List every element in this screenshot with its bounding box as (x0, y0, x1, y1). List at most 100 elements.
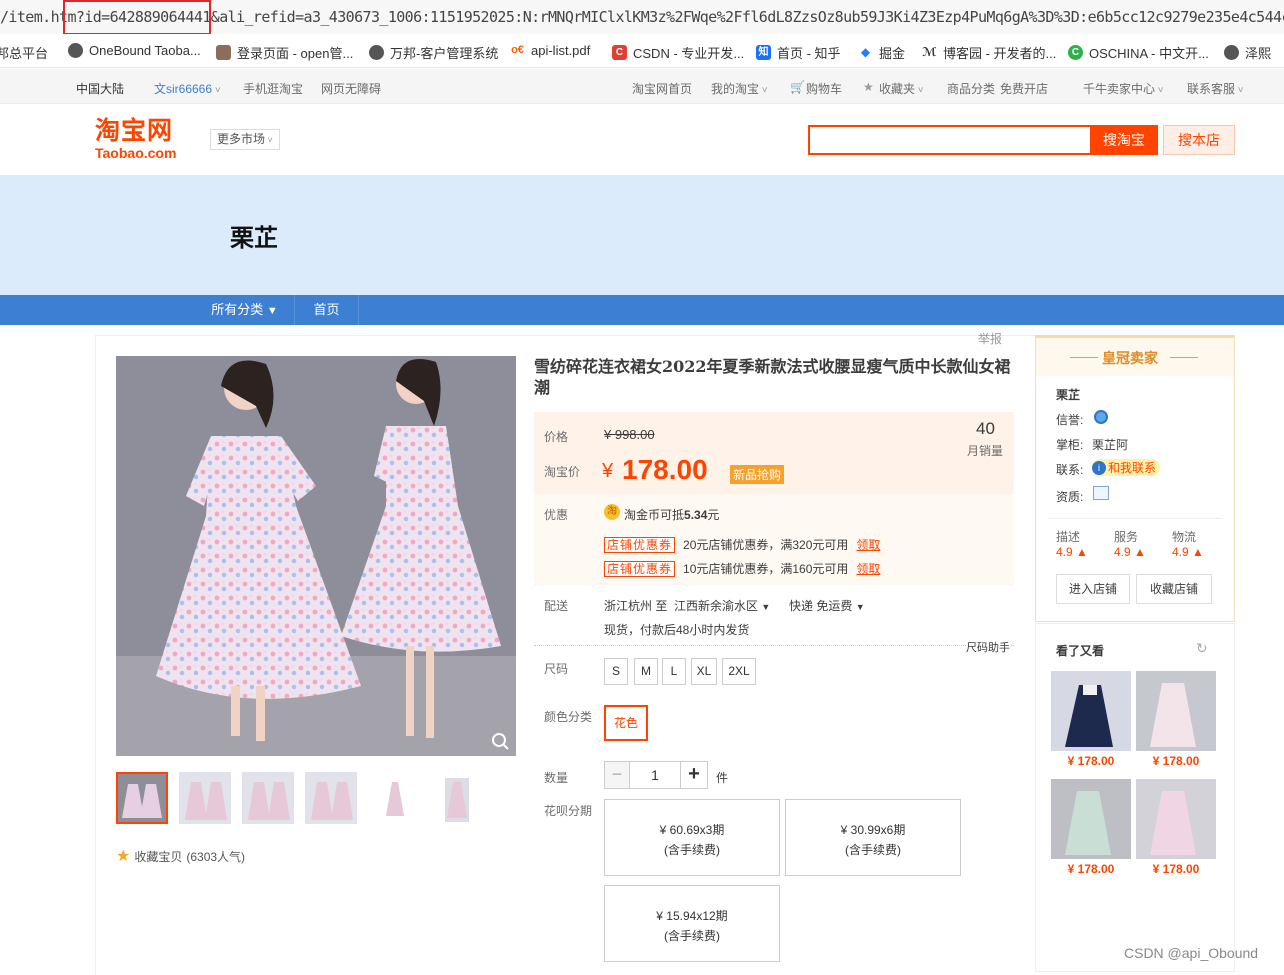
sale-price-label: 淘宝价 (544, 465, 581, 479)
size-option[interactable]: M (634, 658, 658, 685)
price-box: 价格 ¥ 998.00 淘宝价 ¥ 178.00 新品抢购 40 月销量 (534, 412, 1014, 494)
recommend-image[interactable] (1051, 779, 1131, 859)
seller-center-link[interactable]: 千牛卖家中心 (1083, 80, 1164, 97)
thumbnail[interactable] (305, 772, 357, 824)
thumbnail[interactable] (116, 772, 168, 824)
cart-icon[interactable]: 🛒 (790, 80, 805, 94)
size-helper-link[interactable]: 尺码助手 (966, 639, 1010, 655)
claim-coupon-link[interactable]: 领取 (856, 560, 880, 577)
enter-shop-button[interactable]: 进入店铺 (1056, 574, 1130, 604)
shipping-selector[interactable]: 快递 免运费 ▼ (789, 597, 865, 614)
bookmark-item[interactable]: OneBound Taoba... (68, 43, 201, 58)
accessible-link[interactable]: 网页无障碍 (321, 80, 381, 97)
search-shop-button[interactable]: 搜本店 (1163, 125, 1235, 155)
taobao-logo[interactable]: 淘宝网 Taobao.com (95, 117, 190, 167)
bookmark-item[interactable]: C OSCHINA - 中文开... (1068, 43, 1209, 62)
favorites-link[interactable]: 收藏夹 (879, 80, 924, 97)
qualification-label: 资质: (1056, 490, 1084, 504)
region-selector[interactable]: 中国大陆 (76, 80, 124, 97)
shop-banner: 栗芷 (0, 175, 1284, 295)
installment-amount: ¥ 60.69x3期 (659, 823, 725, 837)
recommend-image[interactable] (1136, 779, 1216, 859)
open-shop-link[interactable]: 免费开店 (1000, 80, 1048, 97)
coin-label: 淘金币可抵 (624, 508, 685, 522)
header: 淘宝网 Taobao.com 更多市场 ˅ 搜淘宝 搜本店 (0, 105, 1284, 175)
bookmark-item[interactable]: 邦总平台 (0, 43, 48, 62)
claim-coupon-link[interactable]: 领取 (856, 536, 880, 553)
search-input[interactable] (808, 125, 1090, 155)
service-link[interactable]: 联系客服 (1187, 80, 1244, 97)
size-option[interactable]: L (662, 658, 686, 685)
shop-title[interactable]: 栗芷 (230, 218, 278, 253)
bookmark-label: 邦总平台 (0, 46, 49, 61)
star-icon: ★ (863, 80, 874, 94)
shipping-label: 快递 免运费 (789, 599, 853, 613)
contact-button[interactable]: i 和我联系 (1092, 459, 1161, 476)
bookmark-item[interactable]: ℳ 博客园 - 开发者的... (922, 43, 1056, 62)
my-taobao-link[interactable]: 我的淘宝 (711, 80, 768, 97)
thumbnail[interactable] (242, 772, 294, 824)
license-icon[interactable] (1093, 486, 1109, 500)
bookmark-item[interactable]: C CSDN - 专业开发... (612, 43, 744, 62)
nav-home[interactable]: 首页 (295, 295, 359, 325)
also-viewed-title: 看了又看 (1056, 644, 1105, 658)
diamond-icon (1094, 410, 1108, 424)
color-option[interactable]: 花色 (604, 705, 648, 741)
rating-label: 服务 (1114, 530, 1139, 544)
recommend-image[interactable] (1136, 671, 1216, 751)
installment-label: 花呗分期 (544, 804, 593, 818)
home-link[interactable]: 淘宝网首页 (632, 80, 692, 97)
pdf-icon: o€ (510, 43, 525, 58)
logo-text-cn: 淘宝网 (95, 117, 174, 145)
thumbnail[interactable] (179, 772, 231, 824)
search-taobao-button[interactable]: 搜淘宝 (1090, 125, 1158, 155)
favorite-shop-button[interactable]: 收藏店铺 (1136, 574, 1212, 604)
refresh-icon[interactable]: ↻ (1196, 640, 1208, 657)
report-link[interactable]: 举报 (978, 330, 1002, 347)
rating-label: 物流 (1172, 530, 1197, 544)
product-main-image[interactable] (116, 356, 516, 756)
thumbnail[interactable] (368, 772, 420, 824)
address-bar[interactable]: /item.htm?id=642889064441&ali_refid=a3_4… (0, 0, 1284, 34)
cart-link[interactable]: 购物车 (806, 80, 842, 97)
bookmark-item[interactable]: 泽熙 (1224, 43, 1271, 62)
thumbnail[interactable] (431, 772, 483, 824)
installment-option[interactable]: ¥ 15.94x12期 (含手续费) (604, 885, 780, 962)
more-market-dropdown[interactable]: 更多市场 ˅ (210, 129, 280, 150)
size-option[interactable]: XL (691, 658, 717, 685)
bookmark-label: 掘金 (879, 46, 906, 61)
ship-to-selector[interactable]: 江西新余渝水区 ▼ (674, 597, 770, 614)
recommend-image[interactable] (1051, 671, 1131, 751)
quantity-increase-button[interactable]: + (680, 761, 708, 789)
installment-option[interactable]: ¥ 30.99x6期 (含手续费) (785, 799, 961, 876)
quantity-decrease-button[interactable]: − (604, 761, 630, 789)
bookmark-label: 首页 - 知乎 (777, 46, 841, 61)
bookmark-item[interactable]: o€ api-list.pdf (510, 43, 590, 58)
mobile-link[interactable]: 手机逛淘宝 (243, 80, 303, 97)
rating-number: 4.9 (1056, 545, 1073, 559)
ship-from: 浙江杭州 至 (604, 599, 668, 613)
rating-logistics: 物流 4.9 ▲ (1172, 528, 1204, 559)
promo-box: 优惠 淘 淘金币可抵5.34元 店铺优惠券 20元店铺优惠券，满320元可用 领… (534, 494, 1014, 586)
bookmark-item[interactable]: ◆ 掘金 (858, 43, 905, 62)
currency-symbol: ¥ (602, 460, 614, 482)
rating-desc: 描述 4.9 ▲ (1056, 528, 1088, 559)
keeper-name[interactable]: 栗芷阿 (1092, 436, 1128, 453)
nav-all-categories[interactable]: 所有分类 ▼ (195, 295, 295, 325)
seller-name[interactable]: 栗芷 (1056, 386, 1080, 403)
cnblogs-icon: ℳ (922, 45, 937, 60)
quantity-input[interactable]: 1 (629, 761, 681, 789)
rating-number: 4.9 (1172, 545, 1189, 559)
bookmark-item[interactable]: 知首页 - 知乎 (756, 43, 841, 62)
category-link[interactable]: 商品分类 (947, 80, 995, 97)
favorite-item[interactable]: ★ 收藏宝贝 (6303人气) (116, 846, 245, 866)
size-option[interactable]: S (604, 658, 628, 685)
bookmark-item[interactable]: 万邦-客户管理系统 (369, 43, 498, 62)
installment-option[interactable]: ¥ 60.69x3期 (含手续费) (604, 799, 780, 876)
user-link[interactable]: 文sir66666 (154, 80, 221, 97)
size-option[interactable]: 2XL (722, 658, 756, 685)
arrow-up-icon: ▲ (1192, 545, 1204, 559)
bookmark-label: CSDN - 专业开发... (633, 46, 745, 61)
bookmark-item[interactable]: 登录页面 - open管... (216, 43, 353, 62)
installment-note: (含手续费) (664, 843, 720, 857)
